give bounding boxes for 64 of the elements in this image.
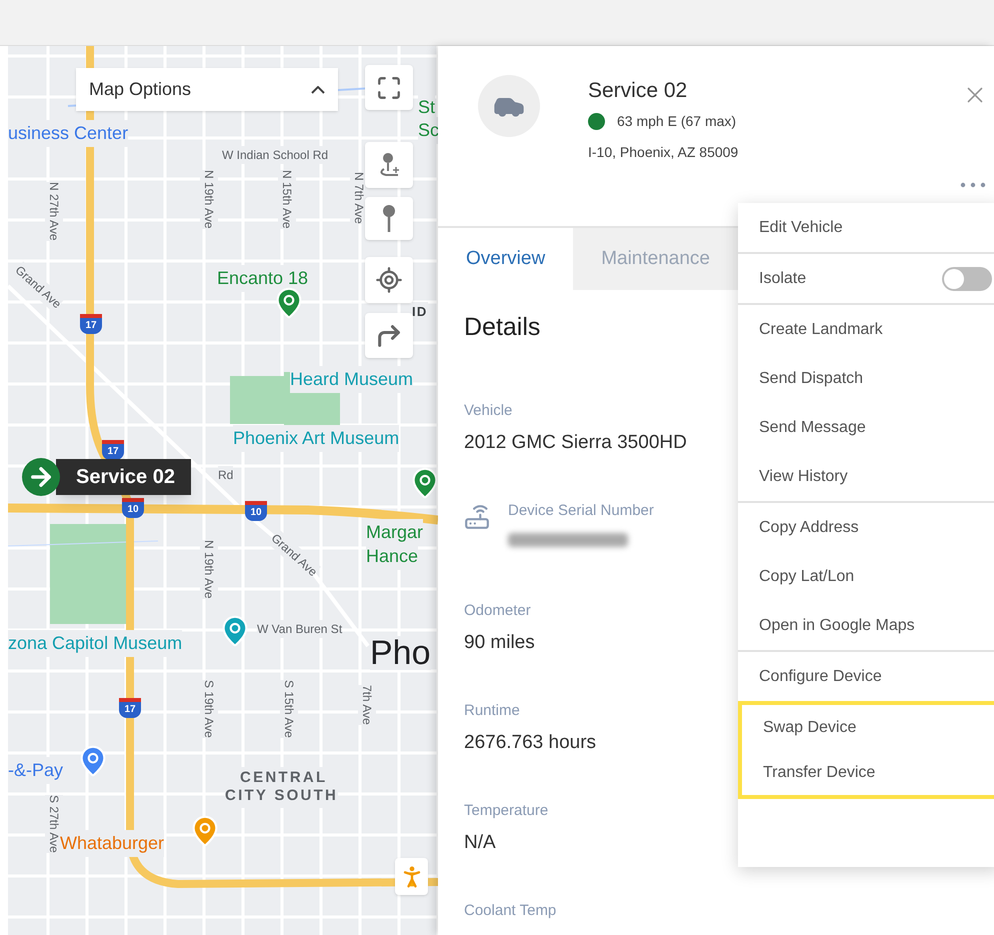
menu-item[interactable]: Copy Lat/Lon: [738, 552, 994, 601]
field-label: Coolant Temp: [464, 901, 558, 921]
device-icon: [464, 504, 490, 530]
field-label: Runtime: [464, 701, 521, 721]
map-label: Heard Museum: [290, 366, 414, 393]
map-label: N 19th Ave: [200, 540, 218, 598]
map-label: S 19th Ave: [200, 680, 218, 738]
fullscreen-button[interactable]: [365, 65, 413, 110]
map-label: W Indian School Rd: [222, 146, 328, 164]
isolate-switch[interactable]: [942, 266, 992, 290]
speed-text: 63 mph E (67 max): [617, 112, 736, 131]
map-label: usiness Center: [8, 120, 128, 147]
interstate-shield: 10: [245, 501, 267, 521]
street-view-pegman-icon[interactable]: [395, 858, 428, 895]
field-label: Odometer: [464, 601, 532, 621]
locate-button[interactable]: [365, 257, 413, 303]
fullscreen-icon: [376, 74, 402, 100]
menu-item[interactable]: Copy Address: [738, 503, 994, 552]
interstate-shield: 17: [102, 440, 124, 460]
field-label: Temperature: [464, 801, 550, 821]
route-pin-button[interactable]: [365, 142, 413, 188]
menu-item[interactable]: Send Message: [738, 403, 994, 452]
map-label: Hance: [366, 543, 418, 570]
map-label: S 15th Ave: [280, 680, 298, 738]
menu-item[interactable]: Configure Device: [738, 652, 994, 701]
field-label: Vehicle: [464, 401, 514, 421]
map-label: 7th Ave: [358, 685, 376, 725]
address-text: I-10, Phoenix, AZ 85009: [588, 142, 738, 162]
map-label: zona Capitol Museum: [8, 630, 182, 657]
vehicle-marker-label: Service 02: [56, 459, 191, 495]
map-label: N 19th Ave: [200, 170, 218, 228]
interstate-shield: 17: [80, 314, 102, 334]
vehicle-title: Service 02: [588, 78, 688, 104]
interstate-shield: 10: [122, 498, 144, 518]
menu-item[interactable]: Swap Device: [738, 701, 994, 750]
map-options-dropdown[interactable]: Map Options: [76, 68, 338, 111]
map-label: -&-Pay: [8, 757, 64, 784]
map-label: N 15th Ave: [278, 170, 296, 228]
map-label: Margar: [366, 519, 424, 546]
map-label: Encanto 18: [217, 265, 308, 292]
map-label: Pho: [370, 636, 430, 670]
directions-button[interactable]: [365, 313, 413, 358]
map-label: W Van Buren St: [257, 620, 342, 638]
menu-item[interactable]: Send Dispatch: [738, 354, 994, 403]
menu-item-label: Isolate: [759, 268, 806, 288]
menu-item[interactable]: Edit Vehicle: [738, 203, 994, 252]
more-options-icon[interactable]: [960, 182, 986, 188]
interstate-shield: 17: [119, 698, 141, 718]
map-label: N 27th Ave: [45, 182, 63, 240]
field-value: N/A: [464, 830, 497, 854]
field-value: 90 miles: [464, 630, 536, 654]
chevron-up-icon: [311, 86, 325, 94]
field-value: 2012 GMC Sierra 3500HD: [464, 430, 688, 454]
menu-item[interactable]: View History: [738, 452, 994, 501]
pin-icon: [381, 204, 397, 234]
section-title: Details: [464, 312, 540, 343]
menu-item[interactable]: Open in Google Maps: [738, 601, 994, 650]
field-label: Device Serial Number: [508, 501, 654, 521]
map-label: Phoenix Art Museum: [233, 425, 400, 452]
field-value: 2676.763 hours: [464, 730, 598, 754]
menu-item[interactable]: Create Landmark: [738, 305, 994, 354]
crosshair-icon: [375, 266, 403, 294]
menu-item[interactable]: Transfer Device: [738, 750, 994, 799]
pin-button[interactable]: [365, 197, 413, 240]
